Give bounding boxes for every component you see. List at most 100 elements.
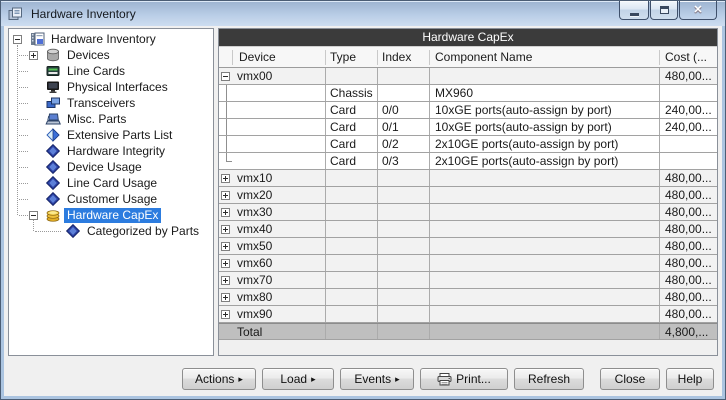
button-label: Actions (195, 372, 234, 386)
capex-row-vmx50[interactable]: vmx50 480,00... (219, 238, 717, 255)
capex-row-card-0-1[interactable]: Card 0/1 10xGE ports(auto-assign by port… (219, 119, 717, 136)
row-expander-cell (219, 68, 233, 84)
tree-item-line-cards[interactable]: Line Cards (9, 63, 213, 79)
cell-type (326, 238, 378, 254)
cell-index (378, 170, 430, 186)
capex-row-vmx40[interactable]: vmx40 480,00... (219, 221, 717, 238)
collapse-icon[interactable] (13, 35, 22, 44)
minimize-button[interactable] (619, 1, 649, 20)
expand-icon[interactable] (221, 208, 230, 217)
cell-component-name: MX960 (430, 85, 660, 101)
minimize-icon (630, 13, 639, 16)
cell-component-name (430, 255, 660, 271)
cell-cost: 480,00... (660, 255, 717, 271)
cell-component-name: 2x10GE ports(auto-assign by port) (430, 153, 660, 169)
tree-item-customer-usage[interactable]: Customer Usage (9, 191, 213, 207)
cell-device: vmx10 (233, 170, 326, 186)
help-button[interactable]: Help (666, 368, 714, 390)
window-controls: ✕ (619, 1, 717, 20)
tree-item-label: Misc. Parts (64, 112, 129, 127)
column-header-type[interactable]: Type (326, 50, 378, 65)
cell-type (326, 68, 378, 84)
events-button[interactable]: Events▸ (340, 368, 414, 390)
tree-item-label: Hardware Inventory (48, 32, 159, 47)
tree-item-label: Line Cards (64, 64, 128, 79)
cell-index (378, 204, 430, 220)
refresh-button[interactable]: Refresh (514, 368, 584, 390)
expand-icon[interactable] (221, 174, 230, 183)
cell-component-name (430, 68, 660, 84)
capex-row-vmx80[interactable]: vmx80 480,00... (219, 289, 717, 306)
expand-icon[interactable] (221, 242, 230, 251)
expand-icon[interactable] (221, 310, 230, 319)
group-branch-line (226, 136, 227, 152)
tree-item-extensive-parts-list[interactable]: Extensive Parts List (9, 127, 213, 143)
tree-item-transceivers[interactable]: Transceivers (9, 95, 213, 111)
capex-row-vmx00[interactable]: vmx00 480,00... (219, 68, 717, 85)
tree-item-hardware-integrity[interactable]: Hardware Integrity (9, 143, 213, 159)
print-button[interactable]: Print... (420, 368, 508, 390)
actions-button[interactable]: Actions▸ (182, 368, 256, 390)
collapse-icon[interactable] (221, 72, 230, 81)
diamond-icon (45, 144, 61, 158)
cell-type (326, 170, 378, 186)
tree-item-devices[interactable]: Devices (9, 47, 213, 63)
button-label: Close (615, 372, 646, 386)
tree-item-device-usage[interactable]: Device Usage (9, 159, 213, 175)
capex-row-card-0-2[interactable]: Card 0/2 2x10GE ports(auto-assign by por… (219, 136, 717, 153)
group-branch-line (226, 102, 227, 118)
tree-item-hardware-inventory[interactable]: Hardware Inventory (9, 31, 213, 47)
maximize-button[interactable] (650, 1, 678, 20)
cell-index: 0/0 (378, 102, 430, 118)
column-header-device[interactable]: Device (233, 50, 326, 65)
cell-index (378, 289, 430, 305)
cell-index (378, 238, 430, 254)
tree-item-physical-interfaces[interactable]: Physical Interfaces (9, 79, 213, 95)
tree-item-label: Extensive Parts List (64, 128, 175, 143)
capex-row-vmx20[interactable]: vmx20 480,00... (219, 187, 717, 204)
titlebar[interactable]: Hardware Inventory ✕ (1, 1, 725, 26)
capex-row-vmx70[interactable]: vmx70 480,00... (219, 272, 717, 289)
close-icon: ✕ (693, 2, 702, 19)
cell-cost: 240,00... (660, 102, 717, 118)
capex-row-vmx60[interactable]: vmx60 480,00... (219, 255, 717, 272)
load-button[interactable]: Load▸ (262, 368, 334, 390)
capex-row-vmx10[interactable]: vmx10 480,00... (219, 170, 717, 187)
tree-item-line-card-usage[interactable]: Line Card Usage (9, 175, 213, 191)
column-header-component-name[interactable]: Component Name (430, 50, 660, 65)
button-label: Help (678, 372, 703, 386)
cell-cost (660, 136, 717, 152)
row-expander-cell (219, 221, 233, 237)
cell-index (378, 68, 430, 84)
expand-icon[interactable] (221, 259, 230, 268)
cell-component-name (430, 187, 660, 203)
app-icon (7, 7, 23, 21)
cell-device (233, 102, 326, 118)
cell-type (326, 255, 378, 271)
tree-item-categorized-by-parts[interactable]: Categorized by Parts (9, 223, 213, 239)
capex-row-card-0-0[interactable]: Card 0/0 10xGE ports(auto-assign by port… (219, 102, 717, 119)
cell-device: Total (233, 324, 326, 339)
capex-row-card-0-3[interactable]: Card 0/3 2x10GE ports(auto-assign by por… (219, 153, 717, 170)
close-button[interactable]: ✕ (679, 1, 717, 20)
expand-icon[interactable] (221, 191, 230, 200)
expand-icon[interactable] (221, 225, 230, 234)
expand-icon[interactable] (29, 51, 38, 60)
cell-device: vmx40 (233, 221, 326, 237)
column-header-cost[interactable]: Cost (... (660, 50, 717, 65)
tree-item-misc-parts[interactable]: Misc. Parts (9, 111, 213, 127)
capex-row-vmx30[interactable]: vmx30 480,00... (219, 204, 717, 221)
column-header-index[interactable]: Index (378, 50, 430, 65)
expand-icon[interactable] (221, 276, 230, 285)
tree-item-label: Line Card Usage (64, 176, 160, 191)
capex-row-chassis[interactable]: Chassis MX960 (219, 85, 717, 102)
tree-item-hardware-capex[interactable]: Hardware CapEx (9, 207, 213, 223)
expand-icon[interactable] (221, 293, 230, 302)
cell-index (378, 187, 430, 203)
capex-row-vmx90[interactable]: vmx90 480,00... (219, 306, 717, 323)
collapse-icon[interactable] (29, 211, 38, 220)
cell-device (233, 153, 326, 169)
capex-row-total[interactable]: Total 4,800,... (219, 323, 717, 340)
cell-component-name (430, 289, 660, 305)
close-button[interactable]: Close (600, 368, 660, 390)
